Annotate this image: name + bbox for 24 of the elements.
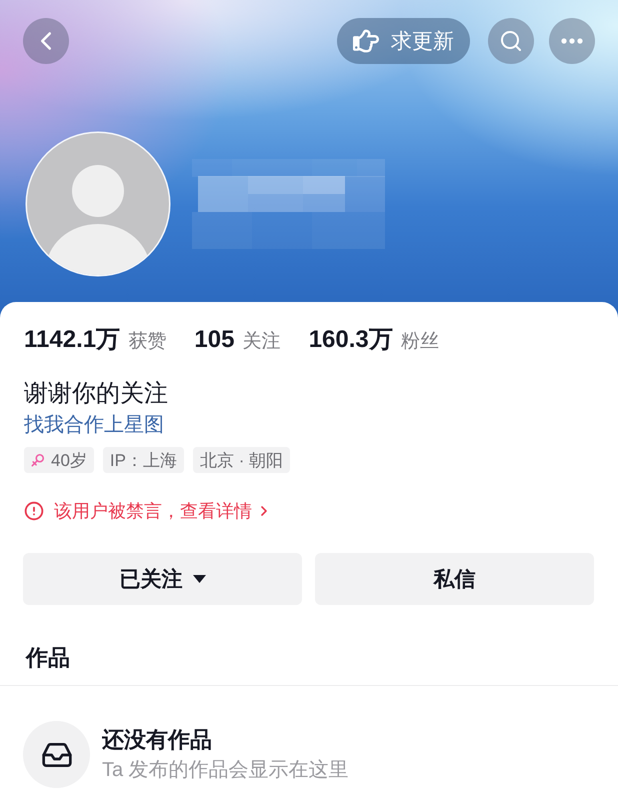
message-button[interactable]: 私信 <box>315 553 594 605</box>
more-icon <box>561 38 583 44</box>
search-button[interactable] <box>488 18 534 64</box>
caret-icon <box>192 575 206 583</box>
back-button[interactable] <box>23 18 69 64</box>
info-tag: IP：上海 <box>102 447 184 473</box>
request-update-button[interactable]: 求更新 <box>337 18 470 64</box>
empty-title: 还没有作品 <box>102 726 213 754</box>
more-button[interactable] <box>549 18 595 64</box>
pointing-hand-icon <box>353 28 379 54</box>
female-icon <box>31 453 45 467</box>
bio-text: 谢谢你的关注 <box>24 379 168 409</box>
search-icon <box>499 29 523 53</box>
stat-item[interactable]: 160.3万 粉丝 <box>308 324 440 358</box>
stat-item[interactable]: 105 关注 <box>194 324 281 358</box>
ban-notice-link[interactable]: 该用户被禁言，查看详情 <box>24 499 272 523</box>
info-tag: 北京 · 朝阳 <box>192 447 290 473</box>
empty-subtitle: Ta 发布的作品会显示在这里 <box>102 758 349 782</box>
follow-button[interactable]: 已关注 <box>23 553 302 605</box>
stat-item[interactable]: 1142.1万 获赞 <box>24 324 166 358</box>
section-title: 作品 <box>26 644 70 672</box>
alert-icon <box>24 501 44 521</box>
cooperation-link[interactable]: 找我合作上星图 <box>24 412 164 438</box>
tag-label: 40岁 <box>51 450 87 472</box>
